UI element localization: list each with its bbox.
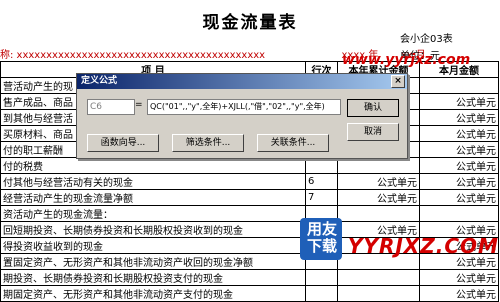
table-cell[interactable] <box>337 269 420 286</box>
table-cell[interactable]: 公式单元 <box>419 93 499 110</box>
define-formula-dialog: 定义公式 × C6 = QC("01",,"y",全年)+XJLL(,"借","… <box>76 73 408 159</box>
logo-line-1: 用友 <box>306 220 337 238</box>
cancel-button[interactable]: 取消 <box>347 123 399 141</box>
formula-input[interactable]: QC("01",,"y",全年)+XJLL(,"借","02",,"y",全年) <box>147 99 341 115</box>
table-row: 付其他与经营活动有关的现金 6 公式单元 公式单元 <box>0 173 499 190</box>
filter-condition-button[interactable]: 筛选条件... <box>172 134 244 152</box>
brand-logo-text: 用友 下载 <box>304 221 340 255</box>
confirm-button[interactable]: 确认 <box>347 99 399 117</box>
table-cell[interactable]: 7 <box>305 189 338 206</box>
table-cell[interactable] <box>337 205 420 222</box>
table-cell[interactable]: 公式单元 <box>419 141 499 158</box>
table-cell[interactable]: 公式单元 <box>419 157 499 174</box>
table-cell[interactable]: 付的税费 <box>0 157 306 174</box>
relation-condition-button[interactable]: 关联条件... <box>257 134 329 152</box>
table-cell[interactable]: 经营活动产生的现金流量净额 <box>0 189 306 206</box>
table-row: 期投资、长期债券投资和长期股权投资支付的现金 公式单元 <box>0 269 499 286</box>
table-cell[interactable]: 公式单元 <box>419 125 499 142</box>
table-cell[interactable]: 公式单元 <box>419 189 499 206</box>
form-code: 会小企03表 <box>400 34 453 45</box>
table-cell[interactable] <box>305 157 338 174</box>
function-wizard-button[interactable]: 函数向导... <box>87 134 159 152</box>
table-cell[interactable] <box>419 77 499 94</box>
table-cell[interactable]: 期投资、长期债券投资和长期股权投资支付的现金 <box>0 269 306 286</box>
logo-line-2: 下载 <box>306 237 337 255</box>
table-cell[interactable]: 公式单元 <box>419 269 499 286</box>
table-cell[interactable]: 6 <box>305 173 338 190</box>
table-cell[interactable]: 付其他与经营活动有关的现金 <box>0 173 306 190</box>
table-cell[interactable]: 期固定资产、无形资产和其他非流动资产支付的现金 <box>0 285 306 302</box>
table-cell[interactable] <box>305 269 338 286</box>
table-cell[interactable]: 公式单元 <box>419 173 499 190</box>
table-cell[interactable]: 资活动产生的现金流量： <box>0 205 306 222</box>
table-cell[interactable]: 公式单元 <box>337 189 420 206</box>
dialog-title: 定义公式 <box>81 76 118 86</box>
close-icon[interactable]: × <box>391 75 405 88</box>
dialog-title-bar[interactable]: 定义公式 × <box>77 74 407 89</box>
org-name: 称: xxxxxxxxxxxxxxxxxxxxxxxxxxxxxxxxxxxxx… <box>0 50 266 61</box>
table-row: 资活动产生的现金流量： <box>0 205 499 222</box>
equals-sign: = <box>135 100 143 110</box>
table-row: 期固定资产、无形资产和其他非流动资产支付的现金 公式单元 <box>0 285 499 302</box>
table-cell[interactable]: 得投资收益收到的现金 <box>0 237 306 254</box>
table-cell[interactable]: 公式单元 <box>419 109 499 126</box>
watermark-text: www.yyrjxz.com <box>342 52 471 68</box>
table-cell[interactable]: 公式单元 <box>419 285 499 302</box>
table-cell[interactable]: 回短期投资、长期债券投资和长期股权投资收到的现金 <box>0 221 306 238</box>
table-cell[interactable] <box>337 285 420 302</box>
table-row: 经营活动产生的现金流量净额 7 公式单元 公式单元 <box>0 189 499 206</box>
cell-ref-field[interactable]: C6 <box>87 99 135 115</box>
table-cell[interactable] <box>419 205 499 222</box>
table-cell[interactable] <box>305 285 338 302</box>
table-cell[interactable]: 公式单元 <box>337 173 420 190</box>
table-cell[interactable] <box>337 157 420 174</box>
brand-watermark: YYRJXZ.COM <box>348 234 499 258</box>
table-row: 付的税费 公式单元 <box>0 157 499 174</box>
table-cell[interactable]: 置固定资产、无形资产和其他非流动资产收回的现金净额 <box>0 253 306 270</box>
